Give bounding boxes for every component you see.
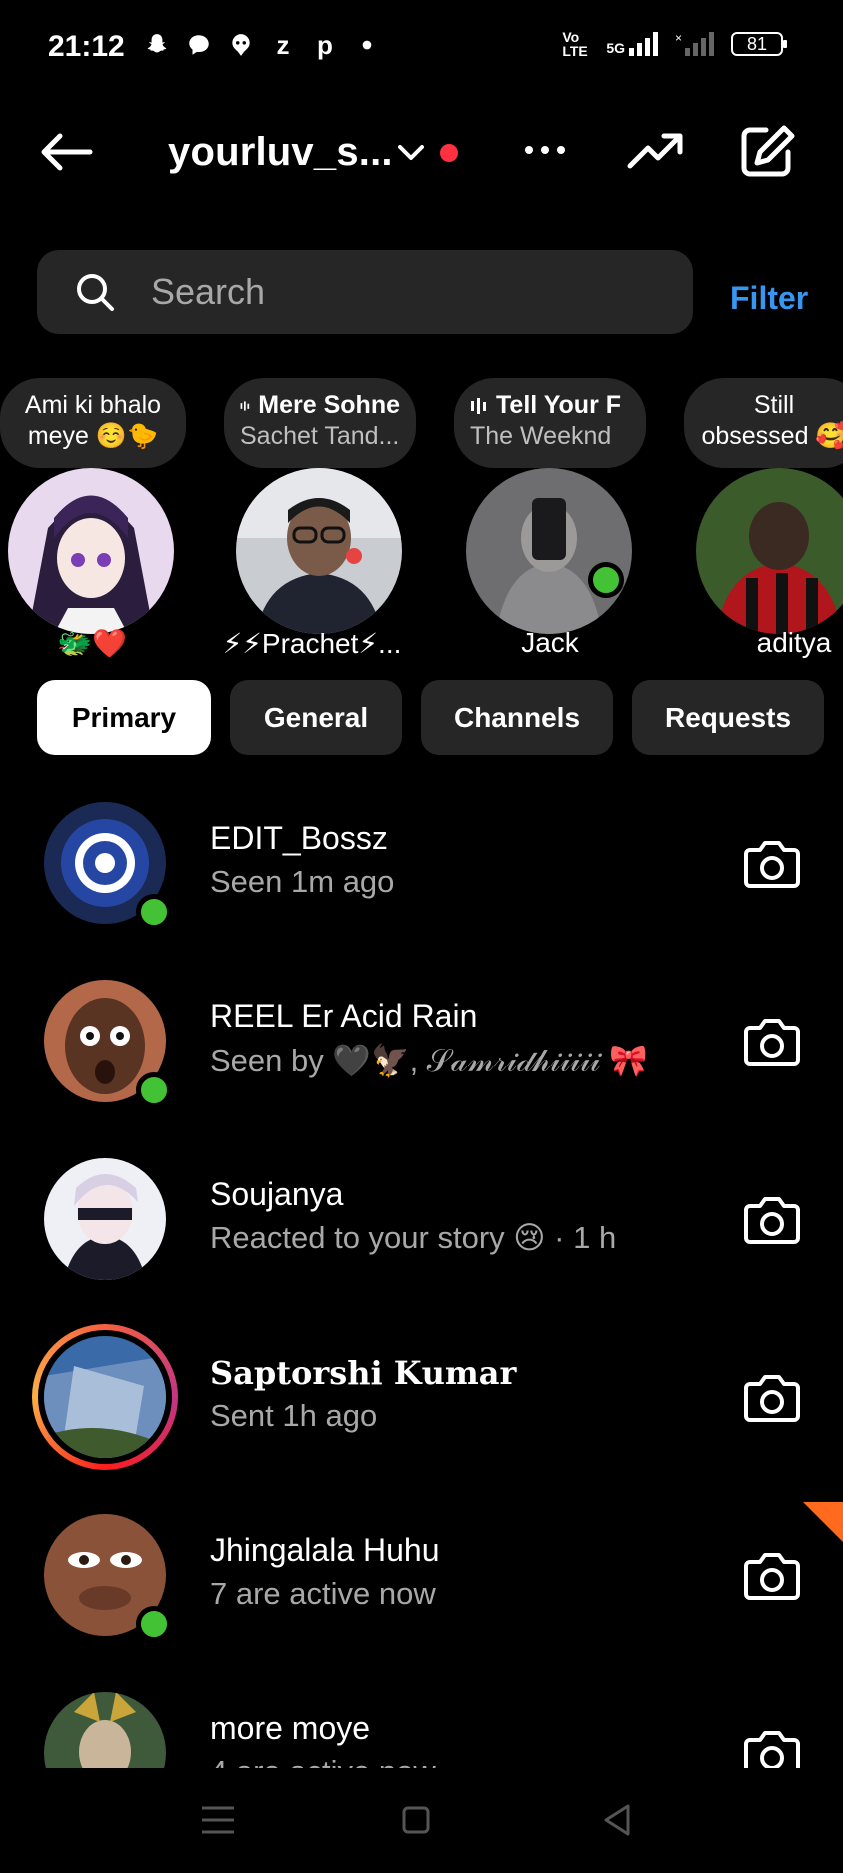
system-indicators: Vo LTE 5G × 81 — [562, 29, 787, 59]
chat-status: 7 are active now — [210, 1576, 436, 1611]
avatar[interactable] — [8, 468, 174, 634]
floating-bubble-edge[interactable] — [803, 1502, 843, 1542]
chat-status: Seen by 🖤🦅, 𝒮𝒶𝓂𝓇𝒾𝒹𝒽𝒾𝒾𝒾𝒾𝒾 🎀 — [210, 1043, 648, 1078]
account-switcher-username[interactable]: yourluv_s... — [168, 130, 393, 175]
menu-icon[interactable] — [196, 1800, 240, 1840]
online-indicator — [136, 1606, 172, 1642]
tab-primary[interactable]: Primary — [37, 680, 211, 755]
signal-bars-icon — [629, 32, 658, 56]
avatar[interactable] — [696, 468, 843, 634]
chat-row[interactable]: REEL Er Acid Rain Seen by 🖤🦅, 𝒮𝒶𝓂𝓇𝒾𝒹𝒽𝒾𝒾𝒾… — [0, 980, 843, 1158]
pinterest-icon: p — [317, 29, 333, 60]
online-indicator — [136, 894, 172, 930]
chat-row[interactable]: EDIT_Bossz Seen 1m ago — [0, 802, 843, 980]
note-username: aditya — [756, 627, 832, 658]
online-indicator — [136, 1072, 172, 1108]
song-title: Tell Your F — [496, 391, 622, 419]
signal-bars-empty-icon: × — [675, 32, 714, 56]
chat-row[interactable]: 𝐒𝐚𝐩𝐭𝐨𝐫𝐬𝐡𝐢 𝐊𝐮𝐦𝐚𝐫 Sent 1h ago — [0, 1324, 843, 1514]
avatar[interactable] — [236, 468, 402, 634]
chevron-down-icon[interactable] — [396, 138, 426, 166]
home-square-icon[interactable] — [394, 1800, 438, 1840]
search-icon — [77, 274, 114, 311]
note-bubble: Ami ki bhalo meye ☺️🐤 — [0, 378, 186, 468]
tab-channels[interactable]: Channels — [421, 680, 613, 755]
character-avatar-image — [44, 1692, 166, 1768]
chat-name: Soujanya — [210, 1176, 344, 1212]
audio-bars-icon — [240, 400, 250, 411]
note-username: 🐲❤️ — [57, 628, 127, 659]
back-triangle-icon[interactable] — [596, 1800, 640, 1840]
tab-general[interactable]: General — [230, 680, 402, 755]
chat-row[interactable]: Soujanya Reacted to your story 😢 · 1 h — [0, 1158, 843, 1336]
footballer-avatar-image — [696, 468, 843, 634]
audio-bars-icon — [471, 397, 486, 414]
song-artist: The Weeknd — [470, 422, 612, 450]
inbox-tabs: Primary General Channels Requests — [37, 680, 824, 755]
ghost-icon — [232, 34, 250, 56]
more-options-icon[interactable] — [520, 128, 570, 172]
song-artist: Sachet Tand... — [240, 422, 400, 450]
back-arrow-icon[interactable] — [36, 128, 96, 176]
chat-row[interactable]: more moye 4 are active now — [0, 1692, 843, 1768]
notes-row: Ami ki bhalo meye ☺️🐤 🐲❤️ Mere Sohne Sac… — [0, 378, 843, 668]
avatar[interactable] — [44, 1336, 166, 1458]
signal-5g: 5G — [606, 32, 659, 56]
svg-text:×: × — [675, 32, 682, 45]
search-input[interactable] — [151, 271, 631, 313]
chat-row[interactable]: Jhingalala Huhu 7 are active now — [0, 1514, 843, 1692]
avatar[interactable] — [44, 1158, 166, 1280]
camera-icon[interactable] — [742, 1548, 802, 1602]
status-time: 21:12 — [48, 30, 125, 63]
note-username: Jack — [521, 627, 579, 658]
camera-icon[interactable] — [742, 1726, 802, 1768]
music-note-bubble: Mere Sohne Sachet Tand... — [224, 378, 416, 468]
person-avatar-image — [466, 468, 632, 634]
chat-name: Jhingalala Huhu — [210, 1532, 440, 1568]
note-username: ⚡⚡Prachet⚡... — [222, 628, 402, 659]
volte-label: Vo LTE — [562, 29, 588, 59]
camera-icon[interactable] — [742, 1192, 802, 1246]
camera-icon[interactable] — [742, 1014, 802, 1068]
camera-icon[interactable] — [742, 836, 802, 890]
chat-name: EDIT_Bossz — [210, 820, 388, 856]
filter-button[interactable]: Filter — [730, 280, 808, 317]
online-indicator — [588, 562, 624, 598]
chat-status: Sent 1h ago — [210, 1398, 378, 1433]
dot-icon — [362, 40, 372, 50]
avatar[interactable] — [44, 1692, 166, 1768]
person-avatar-image — [236, 468, 402, 634]
note-bubble: Still obsessed 🥰 — [684, 378, 843, 468]
new-message-icon[interactable] — [738, 124, 798, 180]
music-note-bubble: Tell Your F The Weeknd — [454, 378, 646, 468]
notification-icons: z p — [144, 29, 380, 60]
avatar[interactable] — [466, 468, 632, 634]
top-bar: yourluv_s... — [0, 110, 843, 190]
anime-avatar-image — [44, 1158, 166, 1280]
camera-icon[interactable] — [742, 1370, 802, 1424]
chat-status: 4 are active now — [210, 1754, 436, 1768]
tab-requests[interactable]: Requests — [632, 680, 824, 755]
chat-status: Reacted to your story 😢 · 1 h — [210, 1220, 617, 1255]
chat-name: REEL Er Acid Rain — [210, 998, 478, 1034]
note-line1: Still — [753, 391, 795, 419]
note-line2: obsessed 🥰 — [701, 422, 843, 450]
landscape-avatar-image — [44, 1336, 166, 1458]
chat-bubble-icon — [189, 35, 209, 55]
battery-indicator: 81 — [731, 32, 787, 56]
chat-name: more moye — [210, 1710, 371, 1746]
anime-avatar-image — [8, 468, 174, 634]
chat-status: Seen 1m ago — [210, 864, 395, 899]
trending-up-icon[interactable] — [626, 126, 686, 176]
note-line1: Ami ki bhalo — [24, 391, 162, 419]
status-bar: 21:12 z p Vo LTE 5G × 81 — [0, 0, 843, 100]
zomato-icon: z — [276, 29, 290, 60]
chat-name: 𝐒𝐚𝐩𝐭𝐨𝐫𝐬𝐡𝐢 𝐊𝐮𝐦𝐚𝐫 — [210, 1354, 517, 1392]
search-bar[interactable] — [37, 250, 693, 334]
note-line2: meye ☺️🐤 — [27, 422, 159, 450]
song-title: Mere Sohne — [258, 391, 400, 419]
system-nav-bar — [0, 1768, 843, 1873]
unread-dot — [440, 144, 458, 162]
snapchat-icon — [147, 34, 167, 53]
